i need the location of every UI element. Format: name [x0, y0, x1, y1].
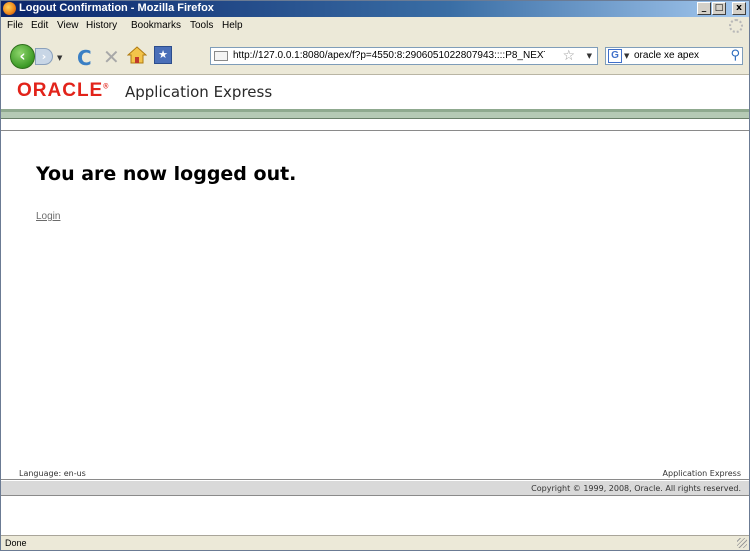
apex-header: ORACLE® Application Express [1, 76, 749, 109]
header-band [1, 109, 749, 119]
status-bar: Done [1, 535, 749, 550]
browser-window: Logout Confirmation - Mozilla Firefox _ … [0, 0, 750, 551]
menu-bookmarks[interactable]: Bookmarks [131, 20, 181, 31]
login-link[interactable]: Login [36, 211, 60, 222]
resize-grip-icon[interactable] [737, 538, 747, 548]
firefox-icon [3, 2, 16, 15]
footer-row: Language: en-us Application Express [1, 468, 749, 480]
oracle-logo: ORACLE® [17, 80, 109, 101]
menu-history[interactable]: History [86, 20, 117, 31]
copyright-text: Copyright © 1999, 2008, Oracle. All righ… [531, 484, 741, 493]
app-title: Application Express [125, 83, 273, 101]
close-button[interactable]: x [732, 2, 746, 15]
url-dropdown-icon[interactable]: ▼ [587, 52, 592, 60]
logout-heading: You are now logged out. [36, 163, 297, 185]
footer-app-name: Application Express [662, 469, 741, 478]
bookmark-star-icon[interactable]: ☆ [562, 48, 575, 64]
google-search-engine-icon[interactable]: G [608, 49, 622, 63]
minimize-button[interactable]: _ [697, 2, 711, 15]
menu-edit[interactable]: Edit [31, 20, 48, 31]
menu-bar: File Edit View History Bookmarks Tools H… [1, 17, 749, 35]
forward-button[interactable]: › [35, 48, 53, 65]
title-bar: Logout Confirmation - Mozilla Firefox _ … [1, 1, 749, 17]
language-label: Language: en-us [19, 469, 86, 478]
copyright-bar: Copyright © 1999, 2008, Oracle. All righ… [1, 481, 749, 496]
back-button[interactable]: ‹ [10, 44, 35, 69]
history-dropdown-icon[interactable]: ▼ [57, 54, 62, 62]
home-button[interactable] [126, 46, 148, 64]
home-icon [126, 46, 148, 64]
bookmarks-button[interactable]: ★ [154, 46, 172, 64]
page-icon [214, 51, 228, 61]
stop-button[interactable]: ✕ [103, 45, 120, 69]
window-title: Logout Confirmation - Mozilla Firefox [19, 2, 214, 14]
menu-file[interactable]: File [7, 20, 23, 31]
search-engine-dropdown-icon[interactable]: ▼ [624, 52, 629, 60]
search-bar[interactable]: G ▼ oracle xe apex ⚲ [605, 47, 743, 65]
menu-help[interactable]: Help [222, 20, 243, 31]
logout-panel: You are now logged out. Login [1, 130, 749, 470]
url-text[interactable]: http://127.0.0.1:8080/apex/f?p=4550:8:29… [233, 50, 545, 61]
activity-throbber-icon [729, 19, 743, 33]
page-content: ORACLE® Application Express You are now … [1, 76, 749, 534]
address-bar[interactable]: http://127.0.0.1:8080/apex/f?p=4550:8:29… [210, 47, 598, 65]
maximize-button[interactable]: □ [712, 2, 726, 15]
search-icon[interactable]: ⚲ [730, 48, 740, 63]
search-input[interactable]: oracle xe apex [634, 50, 699, 61]
reload-button[interactable]: C [77, 46, 92, 70]
status-text: Done [5, 538, 27, 548]
menu-tools[interactable]: Tools [190, 20, 213, 31]
menu-view[interactable]: View [57, 20, 79, 31]
navigation-toolbar: ‹ › ▼ C ✕ ★ http://127.0.0.1:8080/apex/f… [1, 35, 749, 75]
